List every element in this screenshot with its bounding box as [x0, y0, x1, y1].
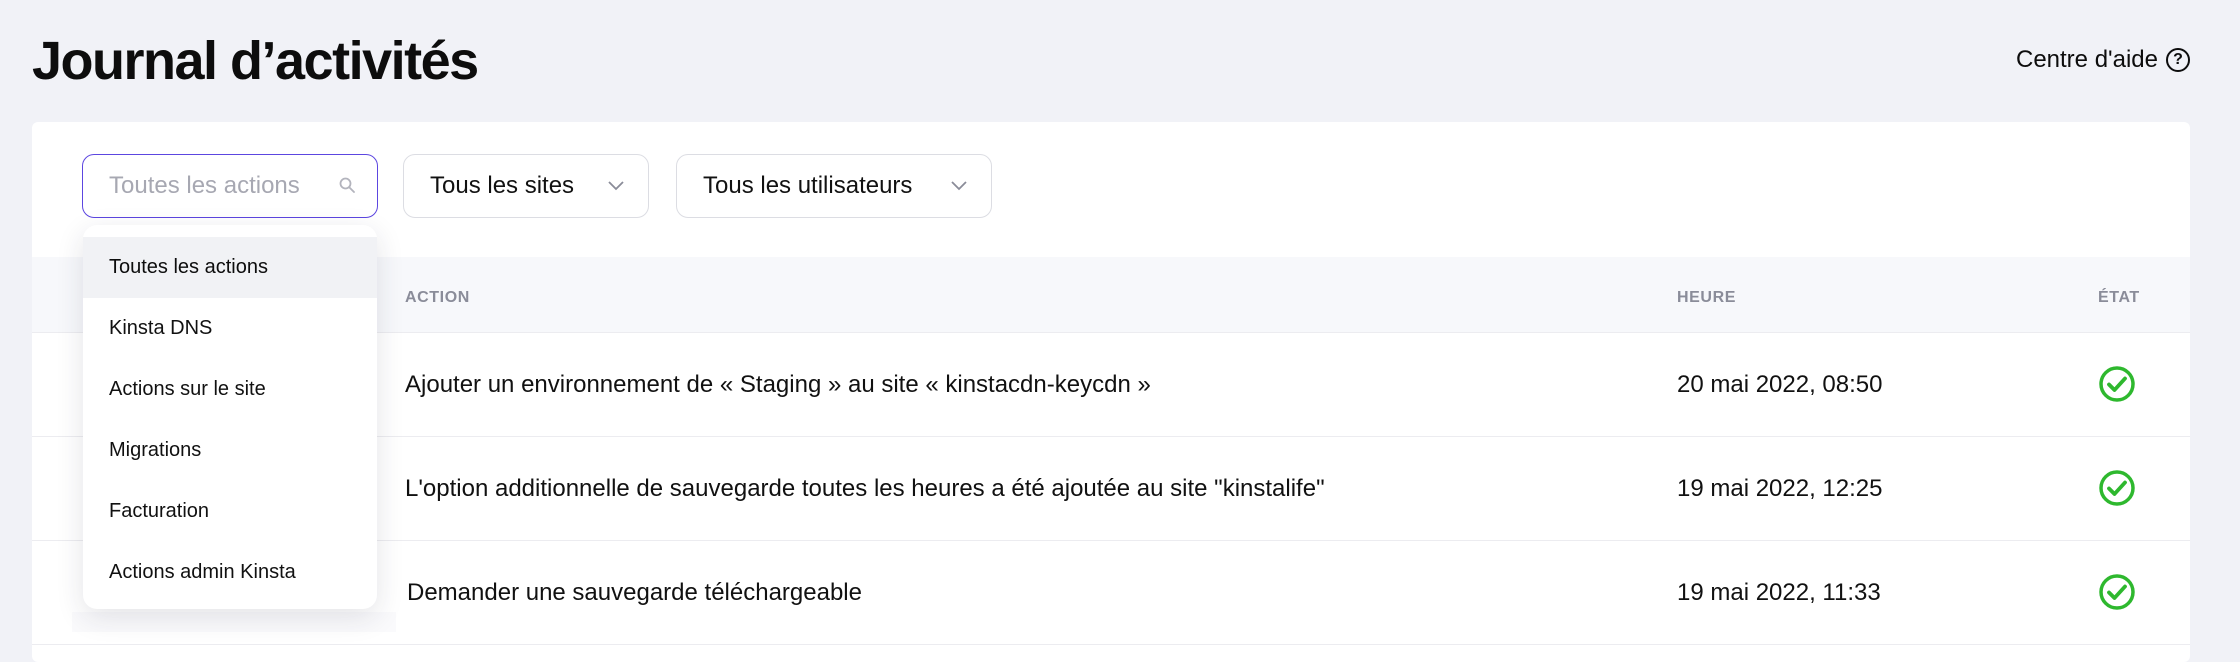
dropdown-item-kinsta-admin-actions[interactable]: Actions admin Kinsta	[83, 542, 377, 603]
success-check-icon	[2099, 470, 2135, 506]
success-check-icon	[2099, 366, 2135, 402]
row-action: Ajouter un environnement de « Staging » …	[405, 371, 1151, 398]
search-icon	[339, 177, 355, 193]
column-header-action: ACTION	[405, 289, 470, 306]
row-action: Demander une sauvegarde téléchargeable	[407, 579, 862, 606]
row-time: 20 mai 2022, 08:50	[1677, 371, 1883, 398]
question-circle-icon: ?	[2166, 48, 2190, 72]
users-filter-label: Tous les utilisateurs	[703, 172, 913, 199]
help-center-link[interactable]: Centre d'aide ?	[2016, 46, 2190, 74]
dropdown-item-billing[interactable]: Facturation	[83, 481, 377, 542]
row-time: 19 mai 2022, 12:25	[1677, 475, 1883, 502]
actions-filter-input[interactable]: Toutes les actions	[82, 154, 378, 218]
chevron-down-icon	[951, 181, 967, 191]
chevron-down-icon	[608, 181, 624, 191]
actions-filter-placeholder: Toutes les actions	[109, 172, 300, 199]
column-header-status: ÉTAT	[2098, 289, 2140, 306]
success-check-icon	[2099, 574, 2135, 610]
users-filter-select[interactable]: Tous les utilisateurs	[676, 154, 992, 218]
dropdown-item-all-actions[interactable]: Toutes les actions	[83, 237, 377, 298]
dropdown-item-kinsta-dns[interactable]: Kinsta DNS	[83, 298, 377, 359]
row-action: L'option additionnelle de sauvegarde tou…	[405, 475, 1325, 502]
help-center-label: Centre d'aide	[2015, 46, 2158, 73]
column-header-time: HEURE	[1677, 289, 1737, 306]
dropdown-shadow-strip	[72, 612, 396, 632]
actions-dropdown-menu: Toutes les actions Kinsta DNS Actions su…	[83, 225, 377, 609]
page-title: Journal d’activités	[32, 31, 479, 91]
sites-filter-label: Tous les sites	[430, 172, 575, 199]
row-time: 19 mai 2022, 11:33	[1677, 579, 1881, 606]
dropdown-item-migrations[interactable]: Migrations	[83, 420, 377, 481]
dropdown-item-site-actions[interactable]: Actions sur le site	[83, 359, 377, 420]
sites-filter-select[interactable]: Tous les sites	[403, 154, 649, 218]
